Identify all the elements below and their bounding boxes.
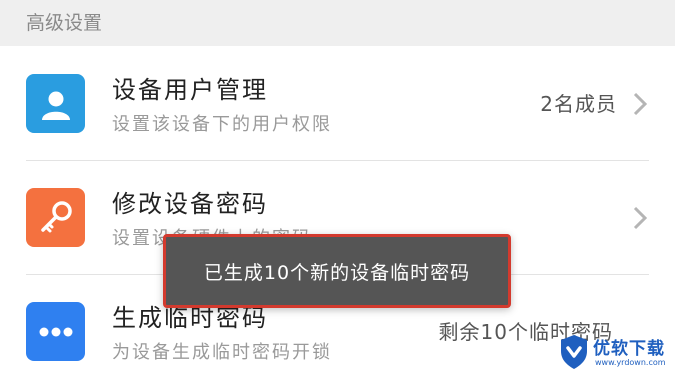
user-icon	[26, 74, 85, 133]
toast-message: 已生成10个新的设备临时密码	[163, 234, 511, 308]
row-subtitle: 为设备生成临时密码开锁	[112, 342, 332, 363]
row-title: 修改设备密码	[112, 190, 268, 218]
watermark-name: 优软下载	[593, 339, 665, 359]
watermark-logo: 优软下载 www.yrdown.com	[559, 332, 671, 374]
more-dots-icon	[26, 302, 85, 361]
shield-icon	[561, 335, 587, 369]
watermark-url: www.yrdown.com	[595, 358, 666, 367]
key-icon	[26, 188, 85, 247]
chevron-right-icon	[633, 92, 648, 116]
row-title: 设备用户管理	[112, 76, 268, 104]
row-device-user-management[interactable]: 设备用户管理 设置该设备下的用户权限 2名成员	[0, 46, 675, 160]
chevron-right-icon	[633, 206, 648, 230]
section-header-advanced-settings: 高级设置	[0, 0, 675, 46]
row-subtitle: 设置该设备下的用户权限	[112, 114, 332, 135]
settings-list: 设备用户管理 设置该设备下的用户权限 2名成员 修改设备密码 设置设备硬件上的密…	[0, 46, 675, 378]
member-count-value: 2名成员	[540, 92, 617, 116]
